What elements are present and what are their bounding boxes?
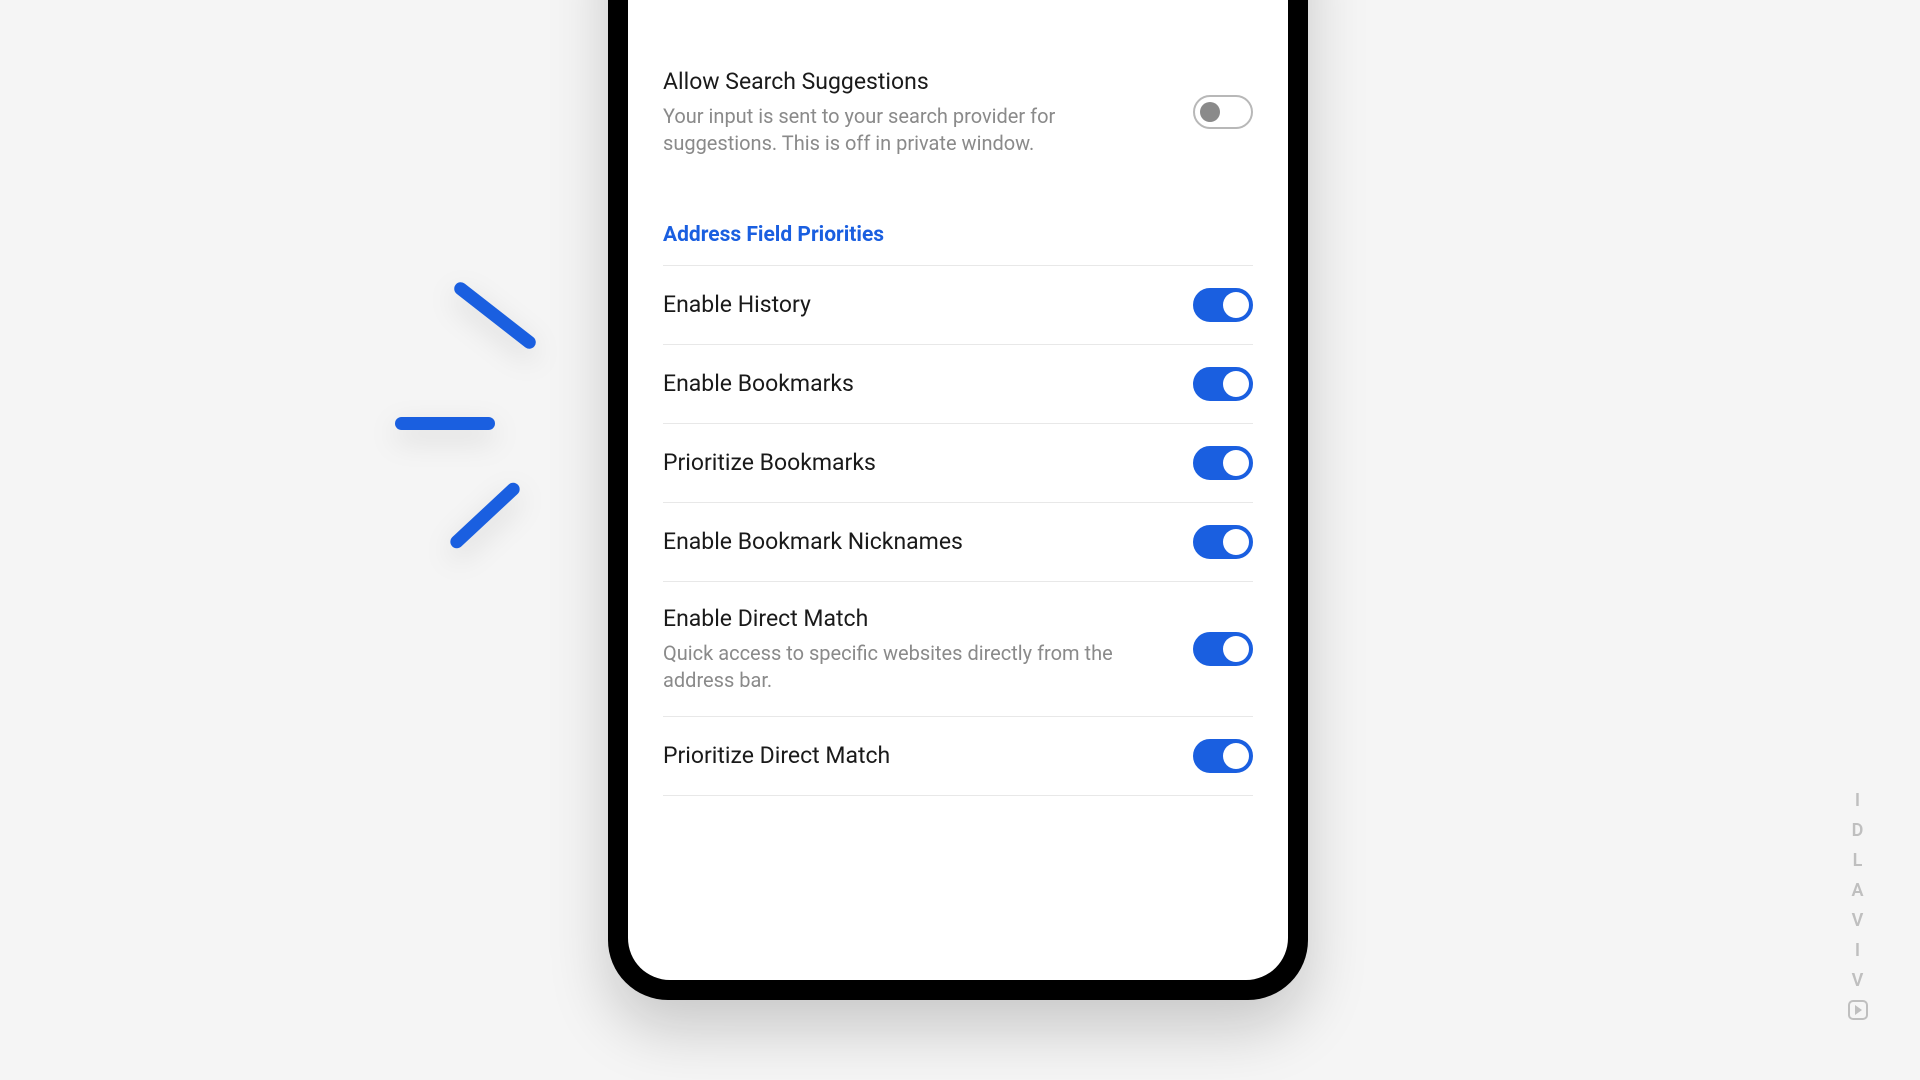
toggle-knob: [1223, 529, 1249, 555]
toggle-knob: [1223, 743, 1249, 769]
priorities-list: Enable History Enable Bookmarks Prioritize…: [663, 265, 1253, 796]
stroke-line: [452, 280, 539, 352]
setting-text: Enable Bookmarks: [663, 369, 1173, 399]
brand-letter: V: [1852, 910, 1865, 931]
brand-letter: A: [1851, 880, 1864, 901]
setting-title: Allow Search Suggestions: [663, 67, 1173, 97]
phone-frame: Allow Search Suggestions Your input is s…: [608, 0, 1308, 1000]
setting-text: Prioritize Direct Match: [663, 741, 1173, 771]
attention-strokes-decoration: [395, 287, 595, 547]
setting-row[interactable]: Enable Bookmarks: [663, 345, 1253, 424]
setting-title: Enable History: [663, 290, 1173, 320]
toggle-knob: [1223, 450, 1249, 476]
toggle-switch[interactable]: [1193, 739, 1253, 773]
toggle-switch[interactable]: [1193, 367, 1253, 401]
stroke-line: [395, 417, 495, 430]
brand-letter: I: [1855, 940, 1861, 961]
setting-text: Enable History: [663, 290, 1173, 320]
setting-row[interactable]: Prioritize Bookmarks: [663, 424, 1253, 503]
toggle-knob: [1223, 371, 1249, 397]
brand-letter: I: [1855, 790, 1861, 811]
section-header-address-field-priorities: Address Field Priorities: [663, 223, 1253, 247]
setting-title: Enable Bookmarks: [663, 369, 1173, 399]
toggle-knob: [1223, 636, 1249, 662]
vivaldi-brand: I D L A V I V: [1848, 790, 1868, 1020]
setting-text: Allow Search Suggestions Your input is s…: [663, 67, 1173, 157]
setting-text: Enable Direct Match Quick access to speci…: [663, 604, 1173, 694]
toggle-switch[interactable]: [1193, 525, 1253, 559]
toggle-knob: [1200, 102, 1220, 122]
setting-title: Prioritize Bookmarks: [663, 448, 1173, 478]
phone-screen: Allow Search Suggestions Your input is s…: [628, 0, 1288, 980]
setting-title: Enable Direct Match: [663, 604, 1173, 634]
setting-text: Enable Bookmark Nicknames: [663, 527, 1173, 557]
brand-letter: V: [1852, 970, 1865, 991]
toggle-switch[interactable]: [1193, 288, 1253, 322]
setting-title: Enable Bookmark Nicknames: [663, 527, 1173, 557]
setting-description: Your input is sent to your search provid…: [663, 103, 1143, 157]
setting-text: Prioritize Bookmarks: [663, 448, 1173, 478]
setting-row[interactable]: Prioritize Direct Match: [663, 717, 1253, 796]
toggle-allow-search-suggestions[interactable]: [1193, 95, 1253, 129]
setting-row[interactable]: Enable History: [663, 265, 1253, 345]
brand-letter: L: [1853, 850, 1864, 871]
stroke-line: [448, 480, 523, 551]
vivaldi-logo-icon: [1848, 1000, 1868, 1020]
setting-description: Quick access to specific websites direct…: [663, 640, 1143, 694]
toggle-switch[interactable]: [1193, 632, 1253, 666]
setting-row[interactable]: Enable Direct Match Quick access to speci…: [663, 582, 1253, 717]
setting-allow-search-suggestions[interactable]: Allow Search Suggestions Your input is s…: [663, 45, 1253, 179]
setting-title: Prioritize Direct Match: [663, 741, 1173, 771]
settings-content: Allow Search Suggestions Your input is s…: [628, 0, 1288, 796]
brand-letter: D: [1852, 820, 1865, 841]
toggle-switch[interactable]: [1193, 446, 1253, 480]
setting-row[interactable]: Enable Bookmark Nicknames: [663, 503, 1253, 582]
toggle-knob: [1223, 292, 1249, 318]
